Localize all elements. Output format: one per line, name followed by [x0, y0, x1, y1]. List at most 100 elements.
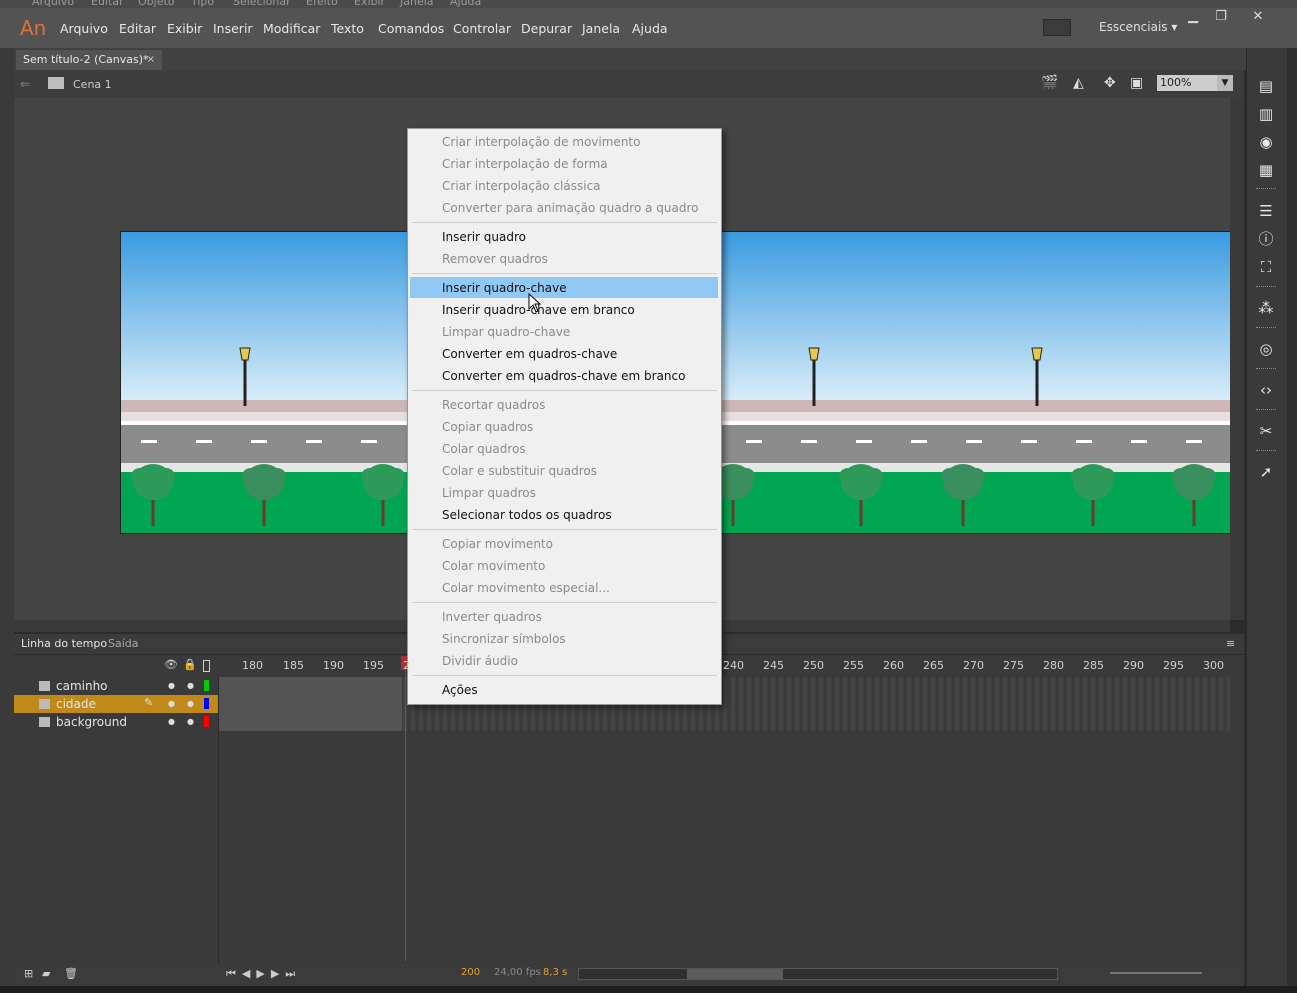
timeline-scrollbar[interactable] — [578, 968, 1058, 980]
menu-item-acoes[interactable]: Ações — [434, 679, 478, 701]
tab-output[interactable]: Saída — [108, 637, 139, 650]
menu-janela[interactable]: Janela — [582, 21, 620, 36]
motion-presets-icon[interactable]: ⁂ — [1256, 300, 1276, 316]
menu-item-colar-movimento-especial[interactable]: Colar movimento especial... — [434, 577, 610, 599]
lock-dot[interactable]: ● — [187, 699, 194, 708]
menu-item-converter-em-quadros-chave[interactable]: Converter em quadros-chave — [434, 343, 617, 365]
menu-controlar[interactable]: Controlar — [453, 21, 511, 36]
maximize-icon[interactable]: ❐ — [1211, 9, 1231, 27]
zoom-dropdown-icon[interactable]: ▼ — [1217, 75, 1233, 91]
layer-color-swatch[interactable] — [204, 716, 209, 727]
info-icon[interactable]: ⓘ — [1256, 231, 1276, 247]
menu-item-inverter-quadros[interactable]: Inverter quadros — [434, 606, 542, 628]
new-layer-icon[interactable]: ⊞ — [24, 967, 33, 980]
menu-item-remover-quadros[interactable]: Remover quadros — [434, 248, 548, 270]
layer-row-cidade[interactable]: cidade ✎ ● ● — [14, 695, 218, 713]
frame-rate[interactable]: 24,00 fps — [494, 967, 541, 978]
timeline-scroll-thumb[interactable] — [687, 969, 783, 979]
eye-icon[interactable]: 👁 — [164, 658, 178, 671]
layer-row-background[interactable]: background ● ● — [14, 713, 218, 731]
workspace-icon[interactable] — [1043, 19, 1071, 36]
menu-separator — [412, 529, 717, 530]
menu-item-criar-interpolacao-classica[interactable]: Criar interpolação clássica — [434, 175, 601, 197]
layer-name[interactable]: caminho — [56, 679, 108, 693]
menu-texto[interactable]: Texto — [331, 21, 364, 36]
zoom-input[interactable]: 100% — [1157, 75, 1217, 91]
workspace-switcher[interactable]: Esscenciais ▾ — [1099, 20, 1177, 34]
menu-ajuda[interactable]: Ajuda — [632, 21, 668, 36]
back-arrow-icon[interactable]: ⇐ — [20, 77, 30, 91]
menu-item-converter-em-quadros-chave-em-branco[interactable]: Converter em quadros-chave em branco — [434, 365, 685, 387]
swatches-icon[interactable]: ▦ — [1256, 162, 1276, 178]
edit-scene-icon[interactable]: 🎬 — [1041, 75, 1058, 91]
menu-modificar[interactable]: Modificar — [263, 21, 320, 36]
frame-span-background[interactable] — [219, 713, 402, 731]
layer-color-swatch[interactable] — [204, 698, 209, 709]
menu-item-copiar-movimento[interactable]: Copiar movimento — [434, 533, 553, 555]
menu-inserir[interactable]: Inserir — [213, 21, 253, 36]
align-icon[interactable]: ☰ — [1256, 203, 1276, 219]
delete-layer-icon[interactable]: 🗑 — [64, 967, 78, 980]
close-tab-icon[interactable]: × — [147, 50, 155, 70]
panel-menu-icon[interactable]: ≡ — [1226, 637, 1235, 650]
menu-item-dividir-audio[interactable]: Dividir áudio — [434, 650, 518, 672]
lock-dot[interactable]: ● — [187, 717, 194, 726]
menu-item-sincronizar-simbolos[interactable]: Sincronizar símbolos — [434, 628, 566, 650]
menu-item-colar-e-substituir-quadros[interactable]: Colar e substituir quadros — [434, 460, 597, 482]
menu-item-colar-quadros[interactable]: Colar quadros — [434, 438, 526, 460]
visibility-dot[interactable]: ● — [168, 699, 175, 708]
menu-item-limpar-quadros[interactable]: Limpar quadros — [434, 482, 536, 504]
layer-icon — [39, 681, 50, 691]
library-icon[interactable]: ▥ — [1256, 106, 1276, 122]
visibility-dot[interactable]: ● — [168, 717, 175, 726]
frame-span-caminho[interactable] — [219, 677, 402, 695]
new-folder-icon[interactable]: ▰ — [42, 967, 50, 980]
properties-icon[interactable]: ▤ — [1256, 78, 1276, 94]
scene-label[interactable]: Cena 1 — [73, 78, 112, 91]
menu-item-criar-interpolacao-de-forma[interactable]: Criar interpolação de forma — [434, 153, 608, 175]
current-frame[interactable]: 200 — [461, 967, 480, 978]
layer-name[interactable]: cidade — [56, 697, 96, 711]
outline-icon[interactable] — [203, 660, 210, 672]
color-icon[interactable]: ◉ — [1256, 134, 1276, 150]
minimize-icon[interactable]: ▁ — [1183, 9, 1203, 27]
menu-exibir[interactable]: Exibir — [167, 21, 202, 36]
menu-item-limpar-quadro-chave[interactable]: Limpar quadro-chave — [434, 321, 570, 343]
menu-editar[interactable]: Editar — [119, 21, 156, 36]
menu-item-inserir-quadro-chave[interactable]: Inserir quadro-chave — [434, 277, 567, 299]
close-icon[interactable]: ✕ — [1248, 9, 1268, 27]
transform-icon[interactable]: ⛶ — [1256, 259, 1276, 275]
menu-item-recortar-quadros[interactable]: Recortar quadros — [434, 394, 545, 416]
layer-name[interactable]: background — [56, 715, 127, 729]
tools-panel[interactable] — [0, 48, 14, 993]
layer-row-caminho[interactable]: caminho ● ● — [14, 677, 218, 695]
menu-depurar[interactable]: Depurar — [521, 21, 572, 36]
stage-vertical-scrollbar[interactable] — [1230, 98, 1244, 620]
edit-symbol-icon[interactable]: ◭ — [1073, 75, 1084, 91]
menu-item-copiar-quadros[interactable]: Copiar quadros — [434, 416, 533, 438]
menu-item-converter-para-animacao-quadro-a-quadro[interactable]: Converter para animação quadro a quadro — [434, 197, 699, 219]
visibility-dot[interactable]: ● — [168, 681, 175, 690]
center-stage-icon[interactable]: ✥ — [1104, 75, 1116, 91]
frame-span-cidade[interactable] — [219, 695, 402, 713]
menu-arquivo[interactable]: Arquivo — [60, 21, 108, 36]
code-icon[interactable]: ‹› — [1256, 382, 1276, 398]
cc-libraries-icon[interactable]: ◎ — [1256, 341, 1276, 357]
menu-comandos[interactable]: Comandos — [378, 21, 444, 36]
playback-controls-icon[interactable]: ⏮◀▶▶⏭ — [226, 967, 301, 981]
menu-item-colar-movimento[interactable]: Colar movimento — [434, 555, 545, 577]
playhead[interactable] — [405, 656, 406, 961]
document-tab[interactable]: Sem título-2 (Canvas)* × — [16, 50, 162, 70]
clip-content-icon[interactable]: ▣ — [1130, 75, 1143, 91]
menu-item-criar-interpolacao-de-movimento[interactable]: Criar interpolação de movimento — [434, 131, 640, 153]
scissors-icon[interactable]: ✂ — [1256, 423, 1276, 439]
lock-dot[interactable]: ● — [187, 681, 194, 690]
layer-color-swatch[interactable] — [204, 680, 209, 691]
menu-item-inserir-quadro[interactable]: Inserir quadro — [434, 226, 526, 248]
tab-timeline[interactable]: Linha do tempo — [21, 637, 107, 650]
lock-icon[interactable]: 🔒 — [183, 658, 197, 671]
history-icon[interactable]: ➚ — [1256, 464, 1276, 480]
zoom-slider[interactable] — [1110, 972, 1202, 974]
menu-separator — [412, 675, 717, 676]
menu-item-selecionar-todos-os-quadros[interactable]: Selecionar todos os quadros — [434, 504, 612, 526]
